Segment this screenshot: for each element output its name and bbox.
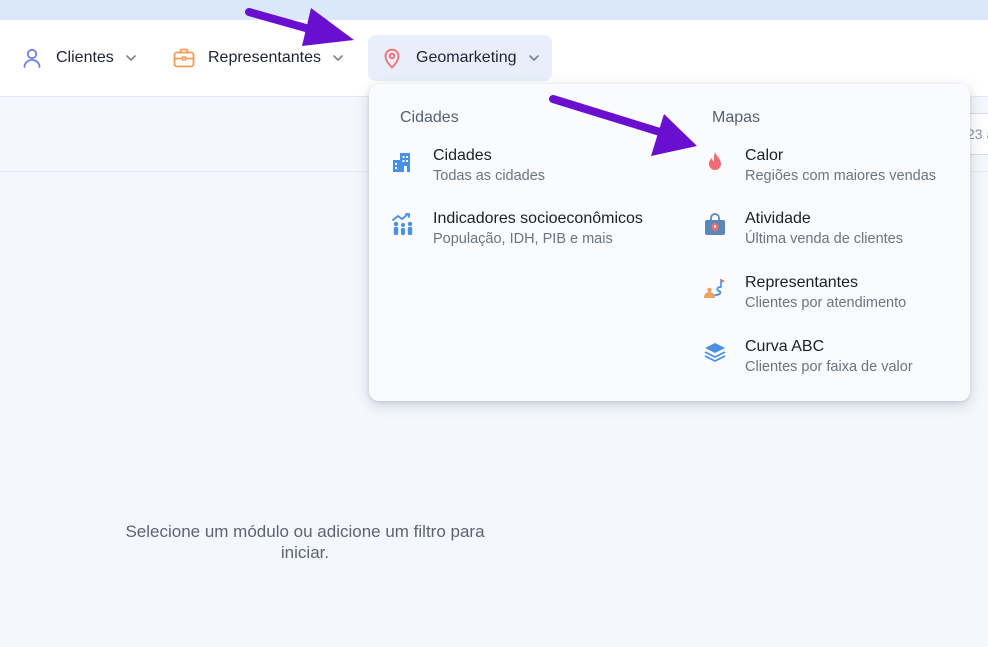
nav-clientes-label: Clientes: [56, 49, 114, 66]
geomarketing-dropdown-menu: Cidades Mapas Cidades Todas as cidades I…: [369, 84, 970, 401]
nav-clientes[interactable]: Clientes: [16, 35, 142, 81]
menu-item-title: Curva ABC: [745, 338, 825, 355]
flame-icon: [702, 149, 728, 175]
menu-item-calor[interactable]: Calor Regiões com maiores vendas: [702, 147, 972, 193]
menu-item-curva-abc[interactable]: Curva ABC Clientes por faixa de valor: [702, 338, 972, 384]
menu-item-title: Cidades: [433, 147, 492, 164]
menu-item-subtitle: Clientes por atendimento: [745, 295, 907, 311]
menu-item-title: Indicadores socioeconômicos: [433, 210, 643, 227]
mapas-section-title: Mapas: [712, 109, 761, 126]
menu-item-subtitle: Todas as cidades: [433, 168, 546, 184]
menu-item-subtitle: Clientes por faixa de valor: [745, 359, 913, 375]
menu-item-cidades[interactable]: Cidades Todas as cidades: [390, 147, 660, 193]
menu-item-subtitle: População, IDH, PIB e mais: [433, 231, 613, 247]
user-icon: [20, 46, 44, 70]
nav-representantes[interactable]: Representantes: [168, 35, 349, 81]
menu-item-indicadores[interactable]: Indicadores socioeconômicos População, I…: [390, 210, 690, 256]
briefcase-icon: [172, 46, 196, 70]
city-buildings-icon: [390, 149, 416, 175]
chevron-down-icon: [331, 51, 345, 65]
cidades-section-title: Cidades: [400, 109, 459, 126]
shopping-bag-pin-icon: [702, 212, 728, 238]
menu-item-atividade[interactable]: Atividade Última venda de clientes: [702, 210, 972, 256]
layers-icon: [702, 340, 728, 366]
menu-item-title: Representantes: [745, 274, 858, 291]
people-growth-icon: [390, 212, 416, 238]
menu-item-subtitle: Regiões com maiores vendas: [745, 168, 937, 184]
nav-geomarketing-label: Geomarketing: [416, 49, 517, 66]
empty-state-message: Selecione um módulo ou adicione um filtr…: [125, 522, 485, 562]
nav-representantes-label: Representantes: [208, 49, 321, 66]
menu-item-subtitle: Última venda de clientes: [745, 231, 903, 247]
chevron-down-icon: [124, 51, 138, 65]
route-flag-icon: [702, 276, 728, 302]
menu-item-title: Atividade: [745, 210, 811, 227]
top-strip: [0, 0, 988, 20]
chevron-down-icon: [527, 51, 541, 65]
menu-item-title: Calor: [745, 147, 784, 164]
menu-item-representantes[interactable]: Representantes Clientes por atendimento: [702, 274, 972, 320]
map-pin-icon: [380, 46, 404, 70]
nav-geomarketing[interactable]: Geomarketing: [368, 35, 552, 81]
